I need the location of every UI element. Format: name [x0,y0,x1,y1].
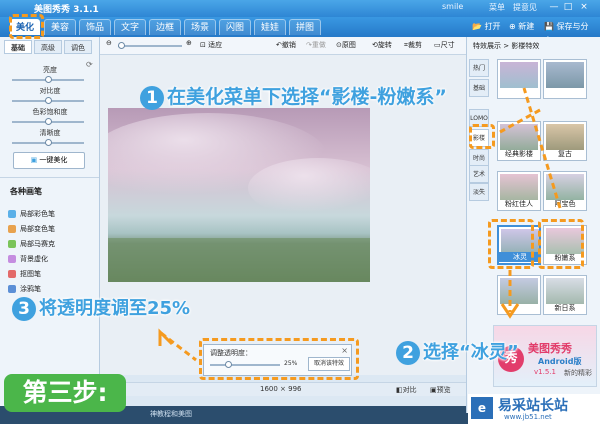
step-badge: 第三步: [4,374,126,412]
arrow-line [522,87,562,209]
step3-number: 3 [12,297,36,321]
step3-text: 将透明度调至25% [39,298,191,319]
step1-text: 在美化菜单下选择“影楼-粉嫩系” [167,86,447,108]
step2-number: 2 [396,341,420,365]
step3-annotation: 3 将透明度调至25% [12,294,190,321]
step1-annotation: 1 在美化菜单下选择“影楼-粉嫩系” [140,82,447,110]
step1-number: 1 [140,85,164,110]
step2-annotation: 2 选择“冰灵” [396,338,519,365]
step2-text: 选择“冰灵” [423,342,519,363]
